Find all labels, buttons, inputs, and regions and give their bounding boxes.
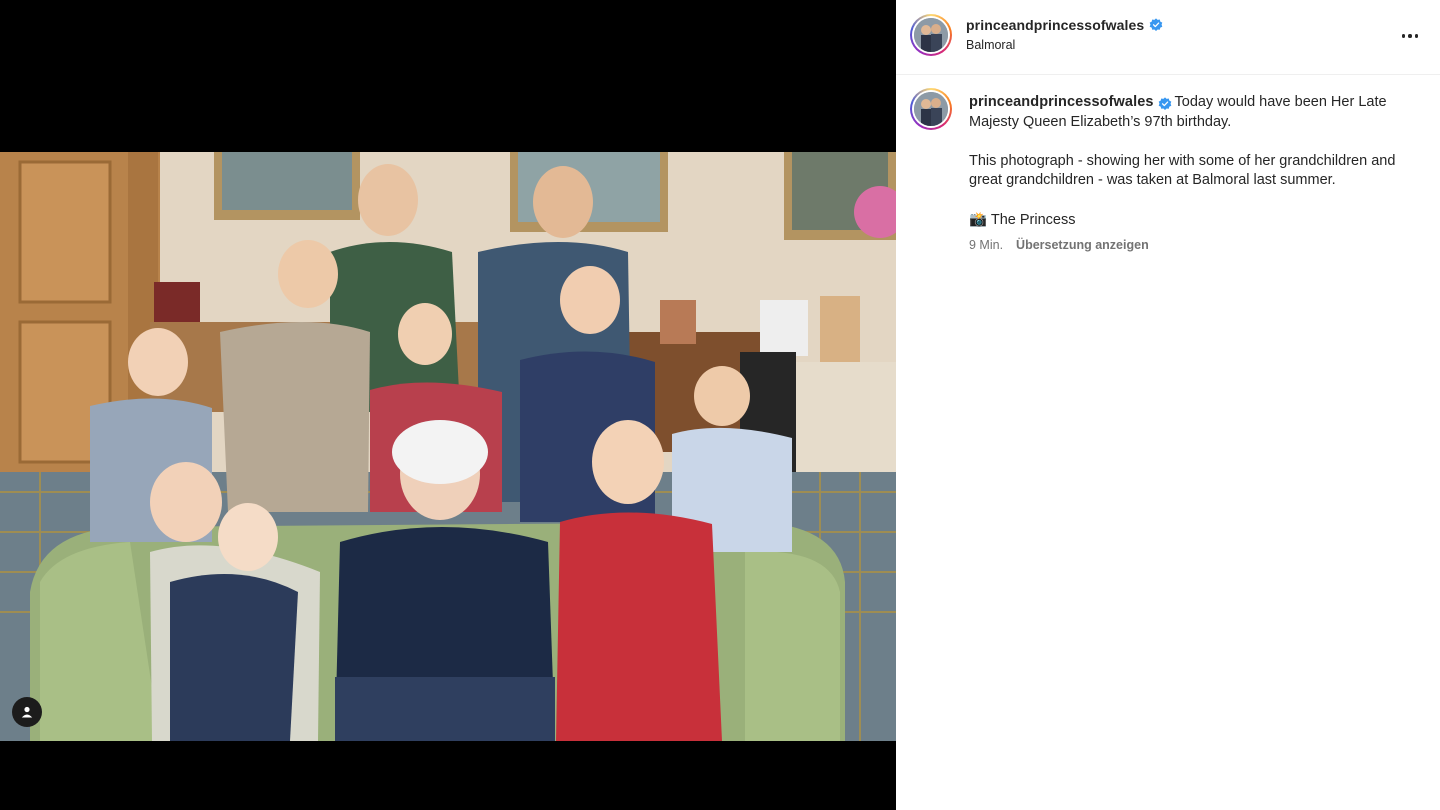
post-timestamp[interactable]: 9 Min. [969,236,1003,256]
username-row: princeandprincessofwales [966,17,1163,33]
user-tag-icon [21,706,33,718]
more-horizontal-icon [1401,34,1406,38]
caption-username-link[interactable]: princeandprincessofwales [969,93,1154,113]
location-link[interactable]: Balmoral [966,38,1163,52]
caption-body: princeandprincessofwales Today would hav… [969,88,1429,256]
see-translation-button[interactable]: Übersetzung anzeigen [1016,236,1149,256]
post-caption: princeandprincessofwales Today would hav… [910,88,1420,256]
media-pane [0,0,896,810]
post-sidebar: princeandprincessofwales Balmoral prince… [896,0,1440,810]
caption-text-2: This photograph - showing her with some … [969,152,1396,189]
caption-signature: 📸 The Princess [969,211,1429,231]
username-link[interactable]: princeandprincessofwales [966,17,1144,33]
caption-signature-text: The Princess [990,211,1076,228]
verified-badge-icon [1149,18,1163,31]
verified-badge-icon [1158,97,1171,111]
instagram-post-modal: princeandprincessofwales Balmoral prince… [0,0,1440,810]
caption-first-paragraph: princeandprincessofwales Today would hav… [969,93,1429,132]
avatar[interactable] [910,14,952,56]
caption-meta: 9 Min. Übersetzung anzeigen [969,236,1429,256]
header-text: princeandprincessofwales Balmoral [966,17,1163,52]
post-photo[interactable] [0,152,896,741]
more-options-button[interactable] [1398,26,1422,46]
caption-avatar[interactable] [910,88,952,130]
post-header: princeandprincessofwales Balmoral [896,0,1440,75]
user-tag-button[interactable] [12,697,42,727]
camera-flash-emoji: 📸 [969,211,988,228]
caption-user: princeandprincessofwales [969,93,1172,113]
